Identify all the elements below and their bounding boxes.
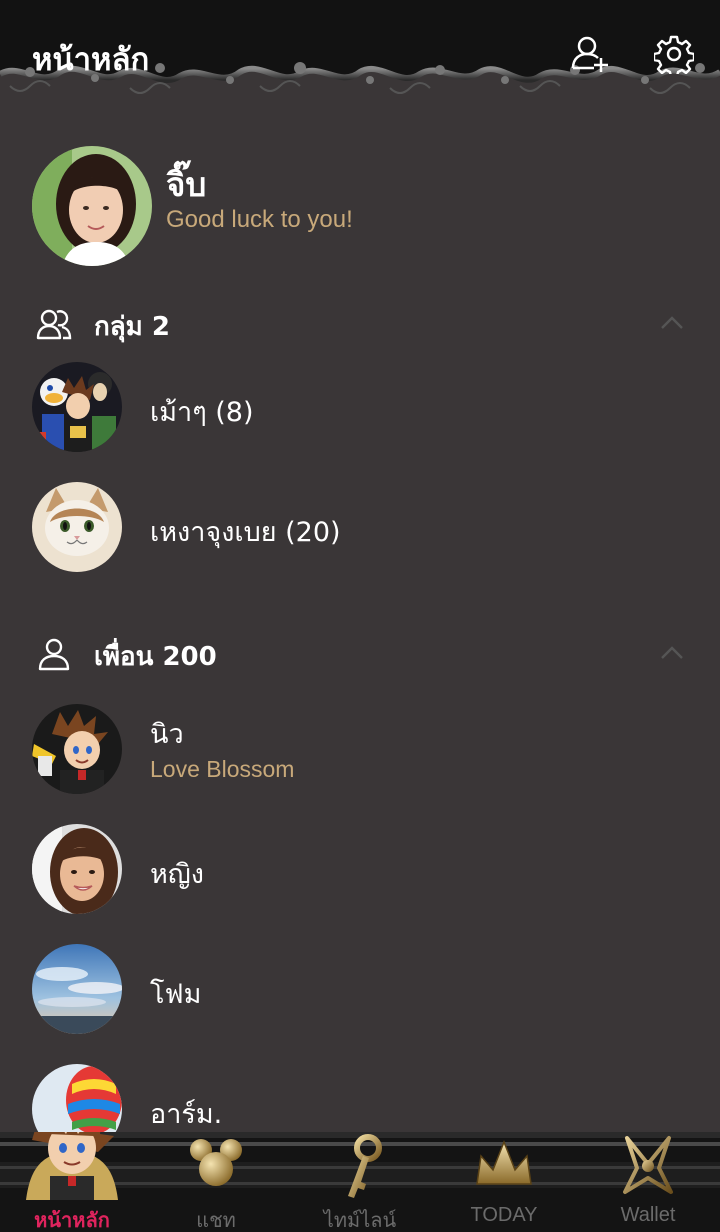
group-name: เหงาจุงเบย (20): [150, 517, 341, 548]
tab-label: หน้าหลัก: [34, 1210, 110, 1232]
mouse-ears-icon: [190, 1139, 242, 1186]
friend-avatar[interactable]: [32, 1064, 122, 1132]
profile-name: จิ๊บ: [166, 165, 207, 204]
friend-row[interactable]: อาร์ม.: [32, 1064, 688, 1132]
friend-row[interactable]: นิว Love Blossom: [32, 704, 688, 796]
tab-today[interactable]: TODAY: [432, 1132, 576, 1232]
character-icon: [26, 1132, 118, 1200]
friend-avatar[interactable]: [32, 944, 122, 1034]
tab-chat[interactable]: แชท: [144, 1132, 288, 1232]
add-friend-icon[interactable]: [570, 34, 610, 74]
friend-avatar[interactable]: [32, 824, 122, 914]
group-row[interactable]: เม้าๆ (8): [32, 362, 688, 454]
friend-status-message: Love Blossom: [150, 756, 295, 782]
crown-icon: [476, 1139, 532, 1185]
groups-section-header[interactable]: กลุ่ม 2: [36, 304, 686, 344]
tab-home[interactable]: หน้าหลัก: [0, 1132, 144, 1232]
tab-label: Wallet: [620, 1204, 676, 1226]
friends-title: เพื่อน 200: [94, 642, 217, 672]
profile-status-message: Good luck to you!: [166, 206, 353, 233]
friend-name: หญิง: [150, 859, 204, 890]
friend-avatar[interactable]: [32, 704, 122, 794]
person-icon: [38, 638, 70, 671]
groups-title: กลุ่ม 2: [94, 312, 170, 342]
home-content: จิ๊บ Good luck to you! กลุ่ม 2 เม้าๆ (8)…: [0, 110, 720, 1132]
key-icon: [348, 1134, 382, 1198]
friend-name: อาร์ม.: [150, 1099, 223, 1130]
friend-row[interactable]: โฟม: [32, 944, 688, 1036]
chevron-up-icon[interactable]: [658, 312, 686, 332]
bottom-tab-bar: หน้าหลัก แชท ไทม์ไลน์ TODAY Wallet: [0, 1132, 720, 1232]
emblem-icon: [623, 1136, 673, 1194]
group-name: เม้าๆ (8): [150, 397, 254, 428]
group-row[interactable]: เหงาจุงเบย (20): [32, 482, 688, 574]
tab-label: แชท: [196, 1210, 236, 1232]
chevron-up-icon[interactable]: [658, 642, 686, 662]
profile-avatar[interactable]: [32, 146, 152, 266]
tab-wallet[interactable]: Wallet: [576, 1132, 720, 1232]
header: หน้าหลัก: [0, 0, 720, 110]
friend-name: โฟม: [150, 979, 202, 1010]
tab-timeline[interactable]: ไทม์ไลน์: [288, 1132, 432, 1232]
friends-section-header[interactable]: เพื่อน 200: [36, 634, 686, 674]
friend-row[interactable]: หญิง: [32, 824, 688, 916]
tab-label: ไทม์ไลน์: [323, 1210, 397, 1232]
group-avatar[interactable]: [32, 362, 122, 452]
my-profile[interactable]: จิ๊บ Good luck to you!: [32, 146, 688, 266]
gear-icon[interactable]: [654, 34, 694, 74]
tab-label: TODAY: [470, 1204, 538, 1226]
friend-name: นิว: [150, 719, 184, 750]
group-avatar[interactable]: [32, 482, 122, 572]
group-icon: [36, 309, 72, 340]
page-title: หน้าหลัก: [32, 42, 150, 78]
